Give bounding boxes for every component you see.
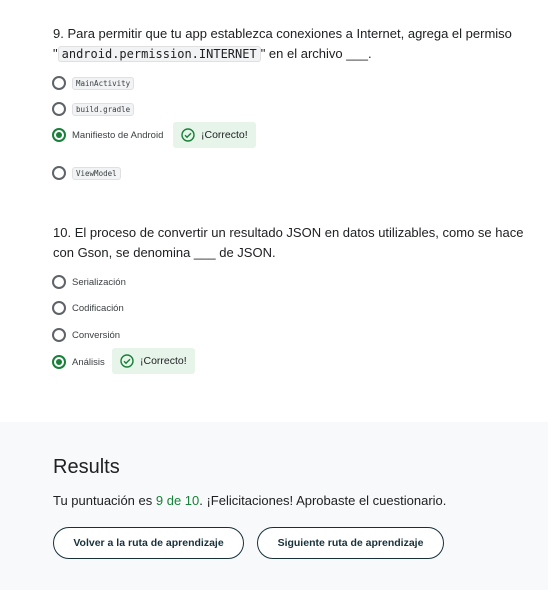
q10-option-codificacion[interactable]: Codificación (52, 298, 124, 318)
results-section: Results Tu puntuación es 9 de 10. ¡Felic… (0, 422, 548, 590)
feedback-text: ¡Correcto! (140, 355, 187, 367)
back-to-pathway-button[interactable]: Volver a la ruta de aprendizaje (53, 527, 244, 559)
radio-button[interactable] (52, 301, 66, 315)
question-text: Para permitir que tu app establezca cone… (67, 26, 512, 41)
question-number: 10. (53, 225, 72, 240)
option-label: Conversión (72, 329, 121, 341)
check-circle-icon (181, 128, 195, 142)
question-9-text: 9. Para permitir que tu app establezca c… (53, 24, 533, 64)
radio-button-selected[interactable] (52, 128, 66, 142)
correct-feedback-badge: ¡Correcto! (173, 122, 256, 148)
radio-button[interactable] (52, 328, 66, 342)
q10-option-serializacion[interactable]: Serialización (52, 272, 126, 292)
next-pathway-button[interactable]: Siguiente ruta de aprendizaje (257, 527, 444, 559)
radio-button[interactable] (52, 275, 66, 289)
question-10-text: 10. El proceso de convertir un resultado… (53, 223, 533, 263)
q10-option-conversion[interactable]: Conversión (52, 325, 120, 345)
question-text: El proceso de convertir un resultado JSO… (53, 225, 524, 260)
radio-button[interactable] (52, 76, 66, 90)
radio-button[interactable] (52, 166, 66, 180)
option-label: Análisis (72, 356, 105, 368)
question-text-end: " en el archivo ___. (260, 46, 372, 61)
score-value: 9 de 10 (155, 493, 200, 508)
score-prefix: Tu puntuación es (53, 493, 156, 508)
permission-code: android.permission.INTERNET (57, 46, 261, 62)
results-title: Results (53, 456, 120, 478)
question-number: 9. (53, 26, 64, 41)
q9-option-manifest[interactable]: Manifiesto de Android (52, 125, 163, 145)
score-suffix: . ¡Felicitaciones! Aprobaste el cuestion… (199, 493, 447, 508)
radio-button-selected[interactable] (52, 355, 66, 369)
q9-option-viewmodel[interactable]: ViewModel (52, 163, 121, 183)
results-summary: Tu puntuación es 9 de 10. ¡Felicitacione… (53, 493, 446, 508)
option-label: ViewModel (72, 166, 121, 180)
feedback-text: ¡Correcto! (201, 129, 248, 141)
option-label: Codificación (72, 302, 124, 314)
option-label: build.gradle (72, 102, 135, 116)
q9-option-mainactivity[interactable]: MainActivity (52, 73, 135, 93)
check-circle-icon (120, 354, 134, 368)
q9-option-build-gradle[interactable]: build.gradle (52, 99, 135, 119)
correct-feedback-badge: ¡Correcto! (112, 348, 195, 374)
option-label: Manifiesto de Android (72, 129, 164, 141)
option-label: Serialización (72, 276, 126, 288)
q10-option-analisis[interactable]: Análisis (52, 352, 105, 372)
option-label: MainActivity (72, 76, 135, 90)
quote: " (53, 46, 58, 61)
radio-button[interactable] (52, 102, 66, 116)
